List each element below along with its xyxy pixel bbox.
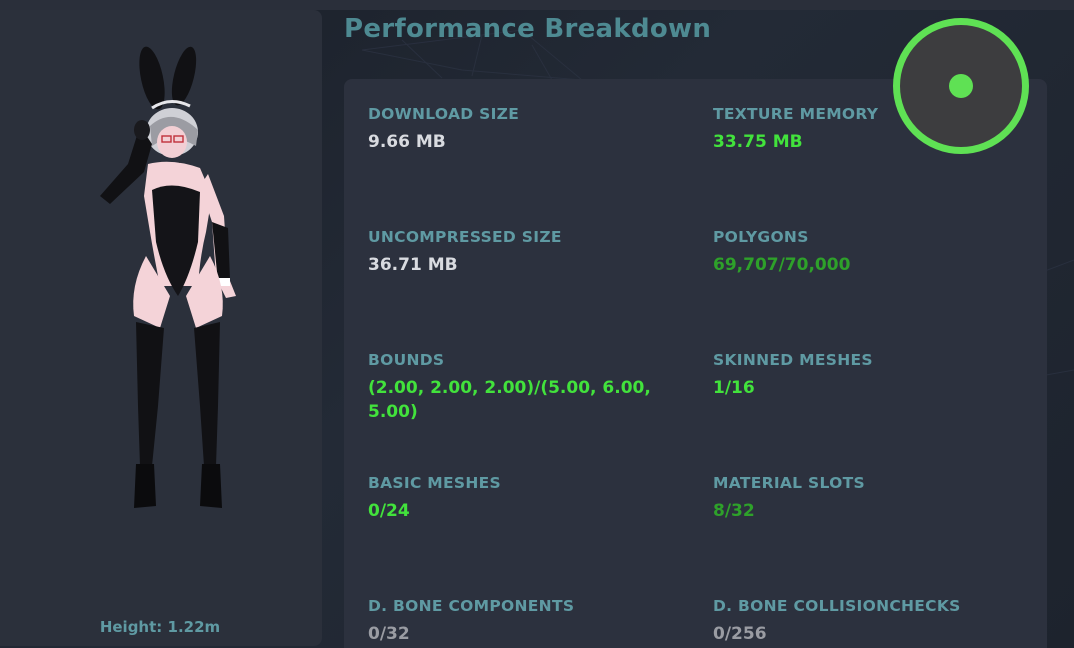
stat-label: D. BONE COMPONENTS xyxy=(368,597,575,615)
avatar-preview-panel: Height: 1.22m xyxy=(0,10,322,646)
avatar-model-image xyxy=(100,46,236,508)
stat-bounds: BOUNDS (2.00, 2.00, 2.00)/(5.00, 6.00, 5… xyxy=(368,349,688,424)
stat-label: BASIC MESHES xyxy=(368,474,502,492)
stat-label: SKINNED MESHES xyxy=(713,351,873,369)
status-ring-icon xyxy=(893,18,1029,154)
stat-download-size: DOWNLOAD SIZE 9.66 MB xyxy=(368,103,688,154)
top-bar xyxy=(0,0,1074,10)
stat-basic-meshes: BASIC MESHES 0/24 xyxy=(368,472,688,523)
stat-polygons: POLYGONS 69,707/70,000 xyxy=(713,226,1033,277)
stat-material-slots: MATERIAL SLOTS 8/32 xyxy=(713,472,1033,523)
stat-value: 1/16 xyxy=(713,378,755,398)
stat-value: (2.00, 2.00, 2.00)/(5.00, 6.00, 5.00) xyxy=(368,378,651,422)
stat-value: 36.71 MB xyxy=(368,255,458,275)
stat-label: POLYGONS xyxy=(713,228,809,246)
stat-value: 69,707/70,000 xyxy=(713,255,851,275)
stat-uncompressed-size: UNCOMPRESSED SIZE 36.71 MB xyxy=(368,226,688,277)
stat-label: DOWNLOAD SIZE xyxy=(368,105,520,123)
stat-dbone-collisionchecks: D. BONE COLLISIONCHECKS 0/256 xyxy=(713,595,1033,646)
avatar-height-label: Height: 1.22m xyxy=(99,618,221,636)
performance-stats-card: DOWNLOAD SIZE 9.66 MB TEXTURE MEMORY 33.… xyxy=(344,79,1047,648)
stat-label: D. BONE COLLISIONCHECKS xyxy=(713,597,961,615)
stat-label: UNCOMPRESSED SIZE xyxy=(368,228,562,246)
stat-label: BOUNDS xyxy=(368,351,445,369)
page-title: Performance Breakdown xyxy=(344,14,712,44)
stat-value: 0/32 xyxy=(368,624,410,644)
stat-value: 8/32 xyxy=(713,501,755,521)
performance-screen: Height: 1.22m Performance Breakdown DOWN… xyxy=(0,0,1074,648)
status-dot-icon xyxy=(949,74,973,98)
stat-value: 0/256 xyxy=(713,624,767,644)
stat-skinned-meshes: SKINNED MESHES 1/16 xyxy=(713,349,1033,400)
stat-label: MATERIAL SLOTS xyxy=(713,474,865,492)
stat-value: 9.66 MB xyxy=(368,132,446,152)
stat-dbone-components: D. BONE COMPONENTS 0/32 xyxy=(368,595,688,646)
stat-value: 0/24 xyxy=(368,501,410,521)
